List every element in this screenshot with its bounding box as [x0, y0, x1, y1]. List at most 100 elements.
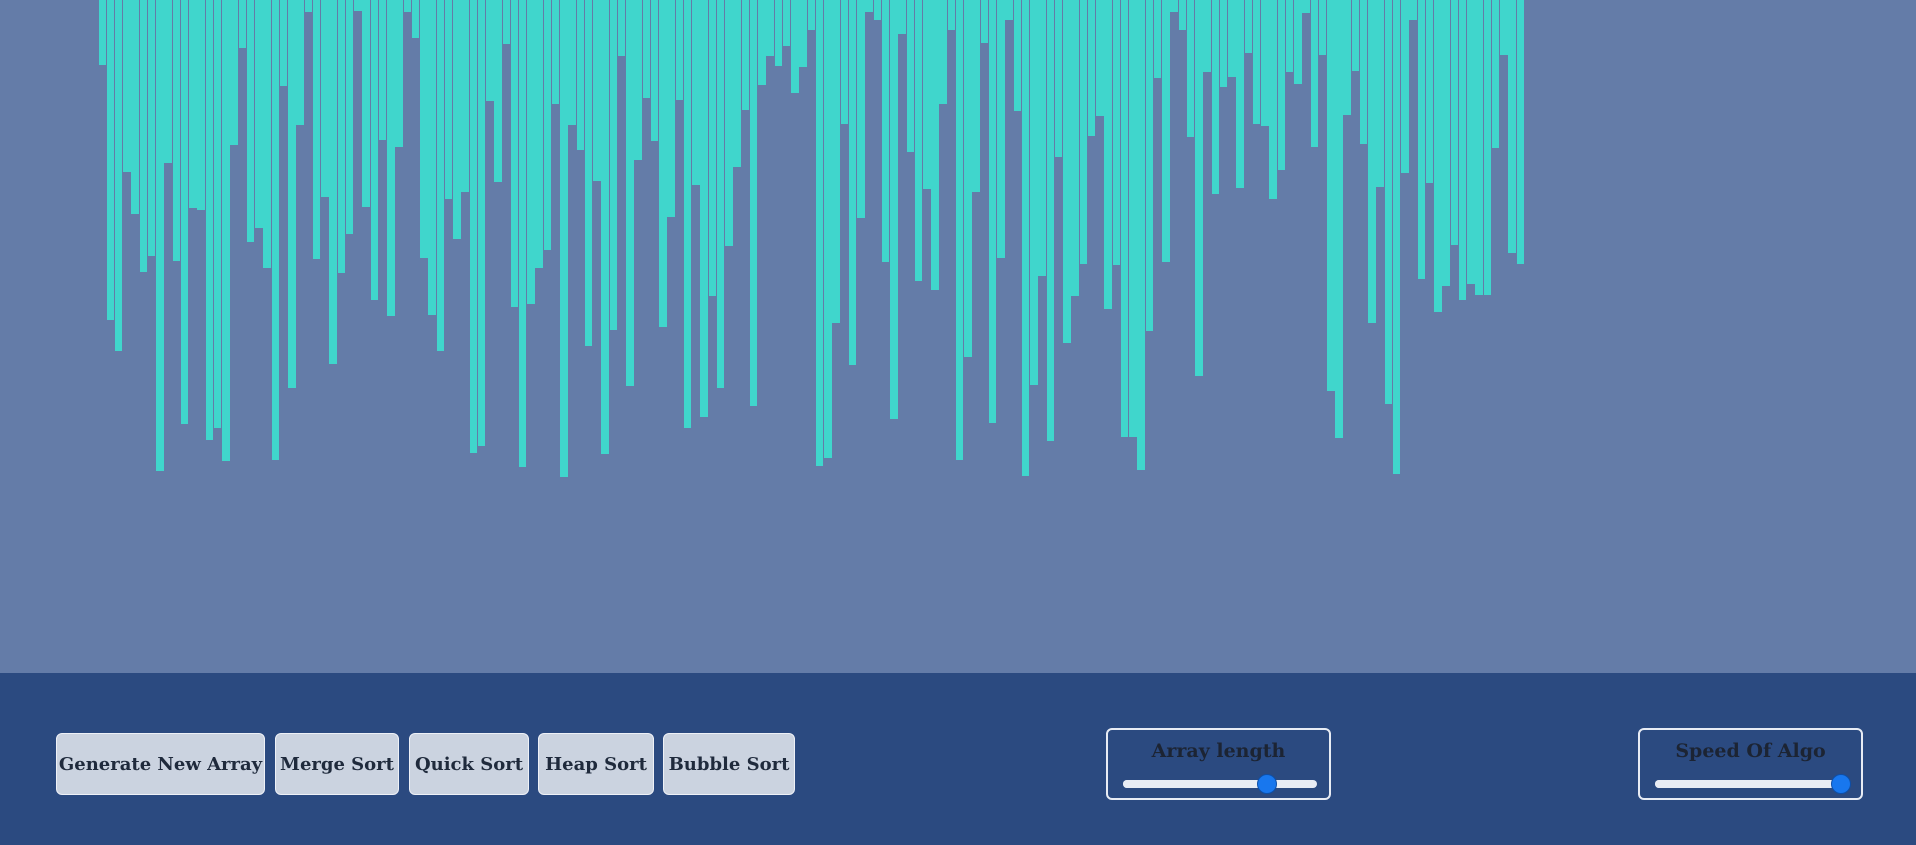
array-bar [1219, 0, 1228, 87]
control-panel: Generate New Array Merge Sort Quick Sort… [0, 673, 1916, 845]
array-bar [824, 0, 832, 458]
array-visualizer [0, 0, 1916, 673]
array-bar [584, 0, 593, 346]
array-bar [650, 0, 659, 141]
array-bar [923, 0, 931, 189]
array-bar [1384, 0, 1393, 404]
array-bar [1359, 0, 1368, 144]
array-bar [601, 0, 609, 454]
array-bar [980, 0, 989, 43]
array-bar [955, 0, 964, 460]
array-bar [1228, 0, 1236, 77]
array-bar [337, 0, 346, 273]
array-bar [453, 0, 461, 239]
array-bar [1467, 0, 1475, 284]
array-bar [362, 0, 370, 207]
array-bar [147, 0, 156, 256]
array-bar [873, 0, 882, 20]
array-bar [758, 0, 766, 85]
heap-sort-button[interactable]: Heap Sort [538, 733, 654, 795]
array-length-slider[interactable] [1123, 774, 1317, 794]
array-bar [1417, 0, 1426, 279]
array-bar [1261, 0, 1269, 126]
array-bar [1104, 0, 1112, 309]
array-bar [197, 0, 205, 210]
array-bar [1096, 0, 1104, 116]
array-bar [1343, 0, 1351, 115]
array-bar [997, 0, 1005, 258]
array-bar [1005, 0, 1013, 20]
array-bar [1500, 0, 1508, 55]
array-bar [370, 0, 379, 300]
array-bar [733, 0, 741, 167]
array-bar [411, 0, 420, 38]
array-bar [1063, 0, 1071, 343]
array-bar [832, 0, 840, 323]
array-bar [898, 0, 906, 34]
array-bar [543, 0, 552, 250]
array-bar [180, 0, 189, 424]
array-bar [461, 0, 469, 192]
array-bar [1120, 0, 1129, 437]
array-bar [502, 0, 510, 44]
array-bar [1327, 0, 1335, 391]
array-bar [1277, 0, 1286, 170]
array-bar [1409, 0, 1417, 20]
array-bar [667, 0, 675, 217]
array-bar [593, 0, 601, 181]
array-bar [263, 0, 271, 268]
array-bar [164, 0, 172, 163]
array-bar [296, 0, 304, 125]
array-bar [518, 0, 527, 467]
array-bar [156, 0, 164, 471]
array-bar [815, 0, 824, 466]
generate-new-array-button[interactable]: Generate New Array [56, 733, 265, 795]
array-bar [865, 0, 873, 12]
array-bar [436, 0, 445, 351]
array-bar [1335, 0, 1343, 438]
array-bar [1516, 0, 1525, 264]
array-bar [1195, 0, 1203, 376]
array-bar [972, 0, 980, 192]
array-bar [609, 0, 618, 330]
array-bar [486, 0, 494, 101]
array-bar [1211, 0, 1220, 194]
array-bar [617, 0, 626, 56]
array-bar [700, 0, 708, 417]
array-bar [172, 0, 181, 261]
bubble-sort-button[interactable]: Bubble Sort [663, 733, 795, 795]
array-bar [354, 0, 362, 11]
array-bar [1170, 0, 1178, 12]
speed-slider-thumb[interactable] [1831, 774, 1851, 794]
array-bar [906, 0, 914, 152]
array-bar [659, 0, 667, 327]
array-bar [230, 0, 238, 145]
array-bar [1178, 0, 1187, 30]
merge-sort-button[interactable]: Merge Sort [275, 733, 399, 795]
array-bar [551, 0, 560, 104]
array-bar [1368, 0, 1376, 323]
array-bar [1244, 0, 1253, 53]
array-bar [626, 0, 634, 386]
quick-sort-button[interactable]: Quick Sort [409, 733, 529, 795]
array-bar [1475, 0, 1483, 295]
array-bar [799, 0, 807, 67]
array-bar [1508, 0, 1516, 253]
array-bar [634, 0, 642, 160]
array-bar [568, 0, 576, 125]
array-bar [692, 0, 700, 185]
speed-slider[interactable] [1655, 774, 1851, 794]
array-length-control: Array length [1106, 728, 1331, 800]
array-bar [345, 0, 354, 234]
array-bar [947, 0, 956, 30]
array-bar [255, 0, 263, 228]
array-length-slider-thumb[interactable] [1256, 774, 1277, 794]
array-bar [1145, 0, 1154, 331]
array-bar [106, 0, 115, 320]
array-bar [774, 0, 783, 66]
array-bar [205, 0, 214, 440]
array-bar [98, 0, 106, 65]
array-bar [1302, 0, 1310, 13]
array-bar [890, 0, 898, 419]
array-bar [1310, 0, 1318, 147]
